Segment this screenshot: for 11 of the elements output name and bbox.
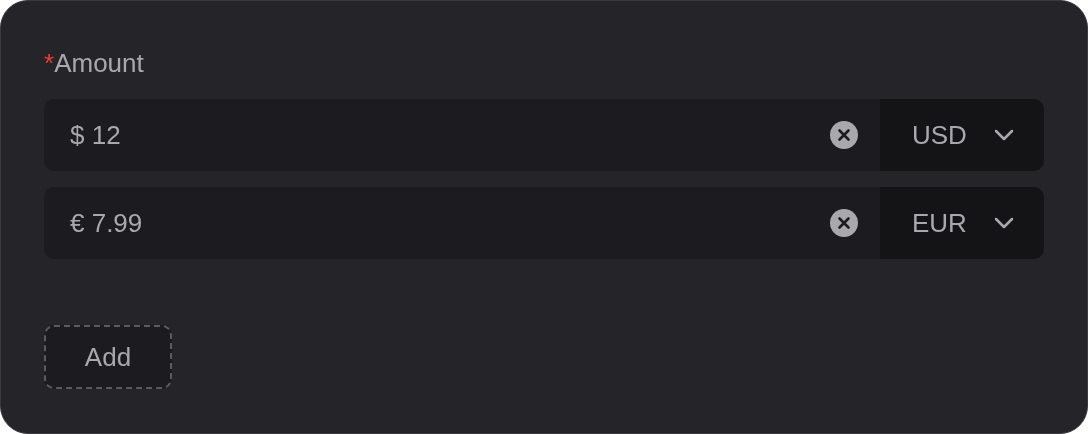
chevron-down-icon [994,217,1014,229]
currency-select[interactable]: USD [880,99,1044,171]
amount-input[interactable]: $ 12 [44,99,880,171]
clear-icon[interactable] [830,121,858,149]
add-button[interactable]: Add [44,325,172,389]
clear-icon[interactable] [830,209,858,237]
field-label: Amount [54,46,144,80]
amount-input[interactable]: € 7.99 [44,187,880,259]
required-asterisk: * [44,46,55,80]
currency-select[interactable]: EUR [880,187,1044,259]
chevron-down-icon [994,129,1014,141]
